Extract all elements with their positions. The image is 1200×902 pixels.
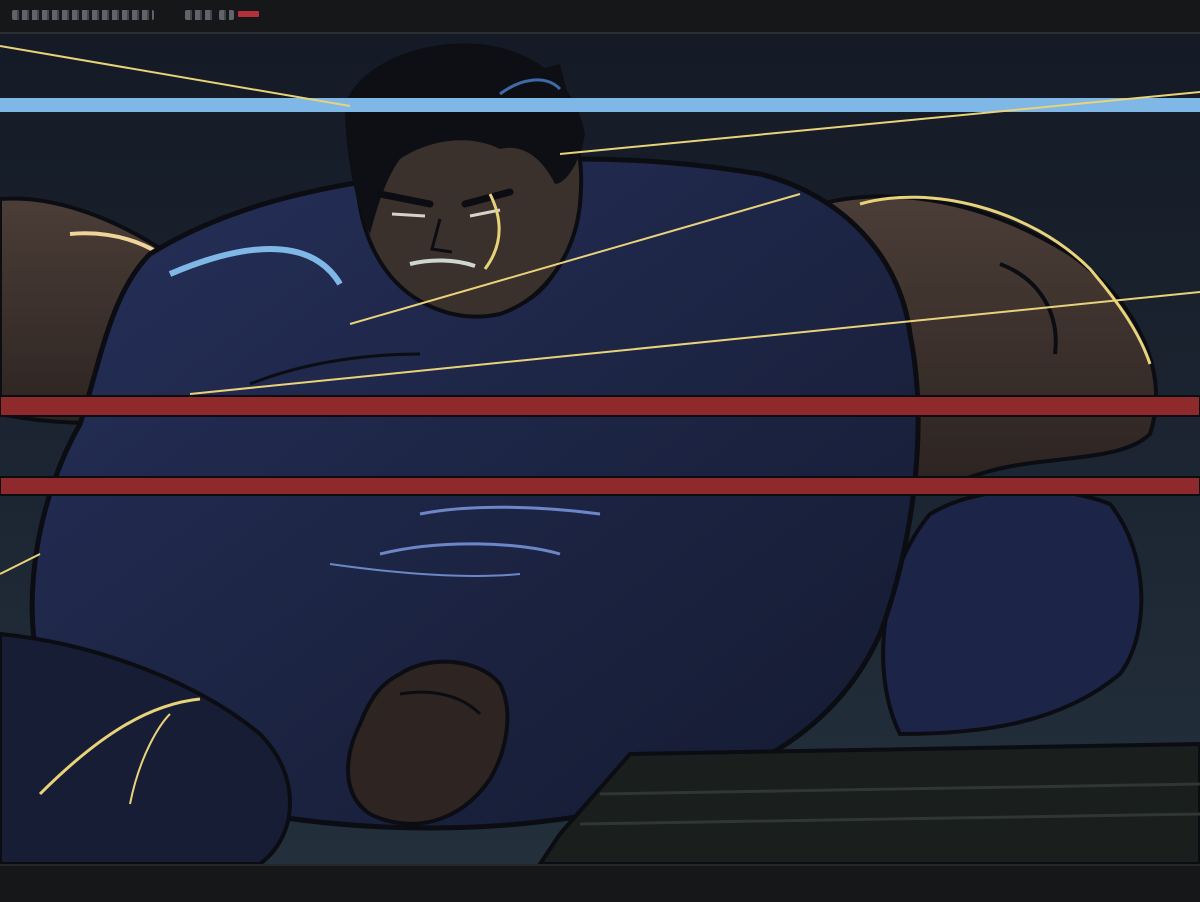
faint-toolbar-text — [12, 10, 154, 20]
illustration — [0, 34, 1200, 864]
faint-toolbar-text — [219, 10, 234, 20]
faint-toolbar-text — [185, 10, 215, 20]
canvas-frame — [0, 0, 1200, 902]
top-toolbar — [0, 0, 1200, 34]
rope-red-upper — [0, 395, 1200, 417]
bottom-bar — [0, 864, 1200, 902]
rope-red-lower — [0, 476, 1200, 496]
ring-edge — [537, 741, 1200, 864]
red-indicator — [238, 11, 259, 17]
wrestler-illustration-svg — [0, 34, 1200, 864]
